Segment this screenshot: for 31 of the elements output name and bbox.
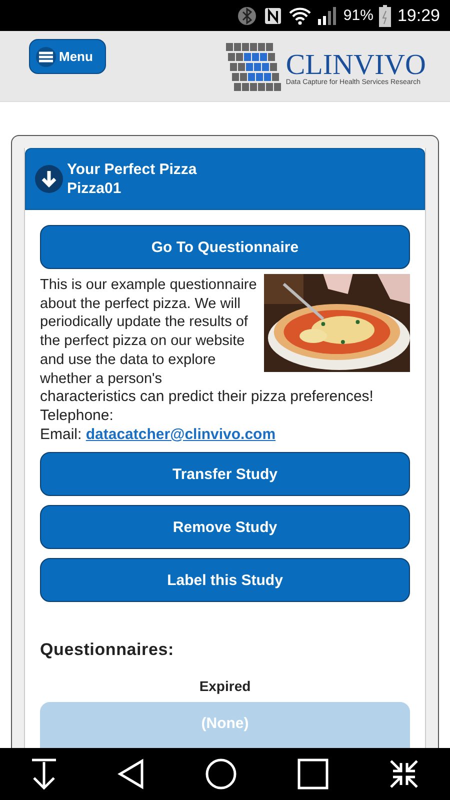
arrow-down-icon — [35, 165, 63, 193]
go-to-questionnaire-button[interactable]: Go To Questionnaire — [40, 225, 410, 269]
battery-percentage: 91% — [343, 7, 374, 24]
study-action-button[interactable]: Remove Study — [40, 505, 410, 550]
clock: 19:29 — [397, 6, 440, 26]
study-action-button[interactable]: Label this Study — [40, 558, 410, 602]
back-icon[interactable] — [117, 758, 146, 790]
home-icon[interactable] — [204, 758, 237, 790]
menu-icon — [36, 46, 56, 66]
menu-button[interactable]: Menu — [29, 39, 106, 74]
bluetooth-icon — [237, 6, 258, 26]
nfc-icon — [263, 6, 284, 26]
study-header[interactable]: Your Perfect Pizza Pizza01 — [25, 148, 425, 210]
notification-pull-icon[interactable] — [30, 758, 58, 790]
study-action-button[interactable]: Transfer Study — [40, 452, 410, 496]
telephone-label: Telephone: — [40, 406, 114, 426]
collapse-icon[interactable] — [388, 758, 420, 790]
signal-icon — [317, 6, 338, 26]
logo-icon — [226, 43, 282, 93]
study-description: characteristics can predict their pizza preferences! — [40, 388, 374, 407]
email-link[interactable]: datacatcher@clinvivo.com — [86, 426, 276, 443]
study-description: This is our example questionnaire about the perfect pizza. We will periodically update the results of the perfect pizza on our website and use the data to explore whether a person's — [40, 276, 258, 388]
recents-icon[interactable] — [296, 758, 329, 790]
email-text: Email: datacatcher@clinvivo.com — [40, 426, 277, 444]
questionnaires-heading: Questionnaires: — [40, 640, 175, 660]
expired-label: Expired — [198, 678, 252, 694]
logo-wordmark: CLINVIVO — [286, 50, 426, 78]
wifi-icon — [289, 6, 312, 24]
study-code: Pizza01 — [67, 179, 122, 198]
study-title: Your Perfect Pizza — [67, 160, 197, 179]
battery-icon — [379, 4, 392, 26]
